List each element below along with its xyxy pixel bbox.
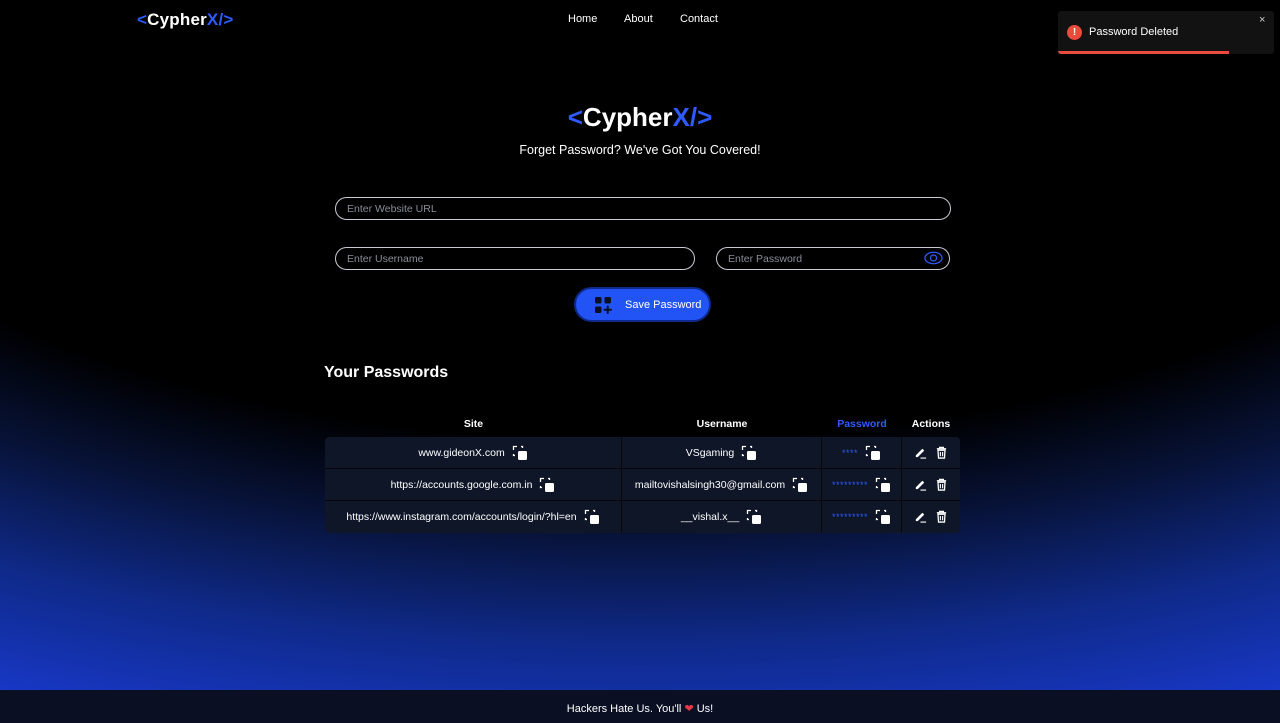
toast-close-button[interactable]: ×: [1259, 14, 1265, 26]
copy-icon[interactable]: [792, 477, 808, 493]
edit-icon[interactable]: [914, 510, 927, 523]
trash-icon[interactable]: [935, 478, 948, 491]
navbar-logo[interactable]: <CypherX/>: [137, 10, 234, 30]
hero-logo-name: Cypher: [582, 102, 673, 132]
heart-icon: ❤: [684, 703, 694, 715]
site-cell: https://www.instagram.com/accounts/login…: [325, 501, 622, 532]
copy-icon[interactable]: [865, 445, 881, 461]
hero-logo: <CypherX/>: [0, 102, 1280, 133]
header-password: Password: [837, 418, 887, 430]
username-cell: __vishal.x__: [622, 501, 822, 532]
toast-progress-bar: [1058, 51, 1229, 54]
table-row: https://www.instagram.com/accounts/login…: [325, 501, 960, 533]
add-grid-icon: [595, 297, 612, 314]
copy-icon[interactable]: [741, 445, 757, 461]
username-input[interactable]: [335, 247, 695, 270]
site-cell: www.gideonX.com: [325, 437, 622, 468]
username-text: VSgaming: [685, 446, 735, 459]
footer-text-after: Us!: [696, 703, 714, 715]
hero-logo-bracket-close: />: [689, 102, 713, 132]
header-username: Username: [696, 418, 748, 430]
site-link[interactable]: https://accounts.google.com.in: [391, 479, 533, 491]
actions-cell: [902, 437, 960, 468]
save-password-label: Save Password: [625, 299, 702, 311]
logo-bracket-open: <: [137, 10, 148, 29]
passwords-section-title: Your Passwords: [324, 364, 449, 381]
copy-icon[interactable]: [584, 509, 600, 525]
masked-password: *********: [831, 479, 869, 490]
password-cell: *********: [822, 469, 902, 500]
footer: Hackers Hate Us. You'll ❤ Us!: [0, 690, 1280, 723]
page: <CypherX/> Home About Contact ! Password…: [0, 0, 1280, 723]
passwords-table: www.gideonX.com VSgaming **** https://ac…: [325, 437, 960, 533]
header-actions: Actions: [911, 418, 951, 430]
website-url-input[interactable]: [335, 197, 951, 220]
username-cell: VSgaming: [622, 437, 822, 468]
masked-password: ****: [841, 447, 858, 458]
toast-message: Password Deleted: [1089, 26, 1179, 38]
password-input[interactable]: [716, 247, 950, 270]
nav-home-link[interactable]: Home: [568, 13, 597, 25]
copy-icon[interactable]: [875, 477, 891, 493]
hero-logo-x: X: [672, 102, 690, 132]
trash-icon[interactable]: [935, 510, 948, 523]
actions-cell: [902, 469, 960, 500]
nav-about-link[interactable]: About: [624, 13, 653, 25]
eye-icon[interactable]: [924, 251, 943, 265]
copy-icon[interactable]: [875, 509, 891, 525]
site-cell: https://accounts.google.com.in: [325, 469, 622, 500]
hero-logo-bracket-open: <: [567, 102, 583, 132]
hero-tagline: Forget Password? We've Got You Covered!: [519, 143, 761, 157]
password-cell: *********: [822, 501, 902, 532]
site-link[interactable]: https://www.instagram.com/accounts/login…: [346, 511, 576, 523]
logo-name: Cypher: [147, 10, 207, 29]
actions-cell: [902, 501, 960, 532]
password-cell: ****: [822, 437, 902, 468]
username-cell: mailtovishalsingh30@gmail.com: [622, 469, 822, 500]
copy-icon[interactable]: [746, 509, 762, 525]
username-text: mailtovishalsingh30@gmail.com: [634, 478, 786, 491]
logo-bracket-close: />: [218, 10, 234, 29]
toast-notification: ! Password Deleted ×: [1058, 11, 1274, 54]
username-text: __vishal.x__: [680, 510, 740, 523]
logo-x: X: [206, 10, 219, 29]
alert-icon: !: [1067, 25, 1082, 40]
site-link[interactable]: www.gideonX.com: [418, 447, 504, 459]
save-password-button[interactable]: Save Password: [574, 287, 711, 322]
copy-icon[interactable]: [539, 477, 555, 493]
header-site: Site: [463, 418, 484, 430]
table-row: https://accounts.google.com.in mailtovis…: [325, 469, 960, 501]
trash-icon[interactable]: [935, 446, 948, 459]
footer-text-before: Hackers Hate Us. You'll: [566, 703, 682, 715]
copy-icon[interactable]: [512, 445, 528, 461]
table-row: www.gideonX.com VSgaming ****: [325, 437, 960, 469]
masked-password: *********: [831, 511, 869, 522]
nav-contact-link[interactable]: Contact: [680, 13, 718, 25]
edit-icon[interactable]: [914, 478, 927, 491]
edit-icon[interactable]: [914, 446, 927, 459]
